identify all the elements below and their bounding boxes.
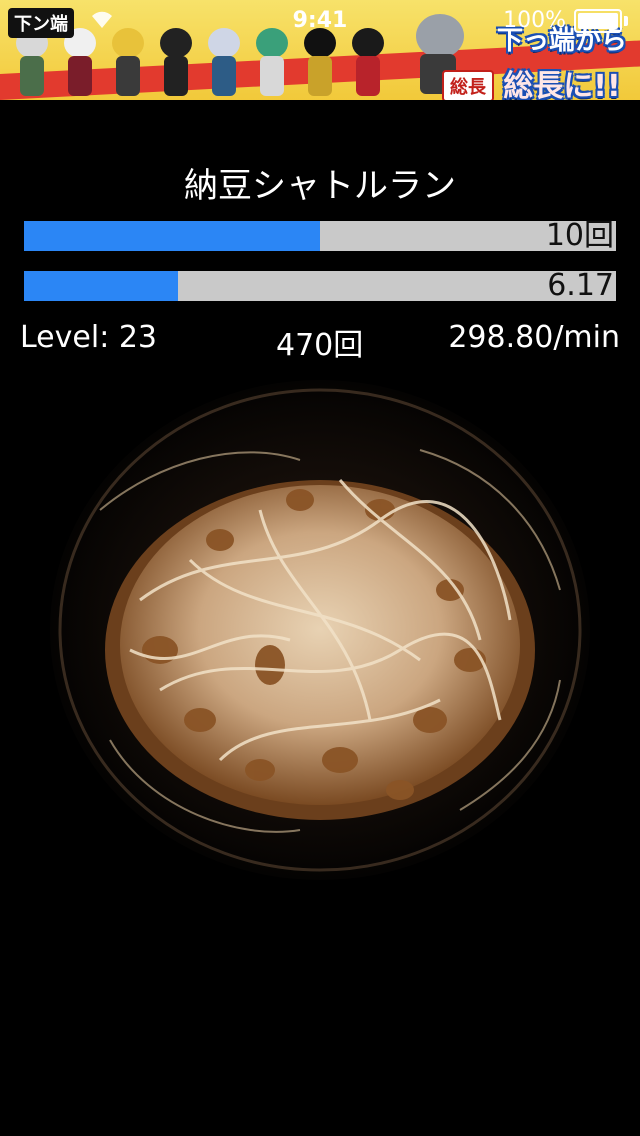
repetition-count-label: 10回 [545, 218, 614, 253]
timer-progress-fill [24, 271, 178, 301]
repetition-progress-bar: 10回 [24, 221, 616, 251]
screen: 下ン端 総長 下っ端から 総長に!! 9:41 100% 納豆シャトルラン 10… [0, 0, 640, 1136]
status-right: 100% [503, 8, 628, 33]
ad-title-line2: 総長に!! [503, 69, 621, 100]
battery-tip-icon [624, 15, 628, 26]
total-count-label: 470回 [276, 328, 364, 363]
level-label: Level: 23 [20, 320, 158, 355]
ad-stamp: 総長 [442, 70, 494, 100]
battery-percent: 100% [503, 8, 566, 33]
natto-bowl-image[interactable] [40, 360, 600, 880]
battery-icon [574, 8, 622, 33]
repetition-progress-fill [24, 221, 320, 251]
stats-row: Level: 23 470回 298.80/min [20, 320, 620, 364]
timer-progress-bar: 6.17 [24, 271, 616, 301]
app-title: 納豆シャトルラン [184, 166, 456, 206]
timer-value-label: 6.17 [547, 268, 614, 303]
rate-label: 298.80/min [448, 320, 620, 355]
status-bar: 9:41 100% [0, 0, 640, 40]
